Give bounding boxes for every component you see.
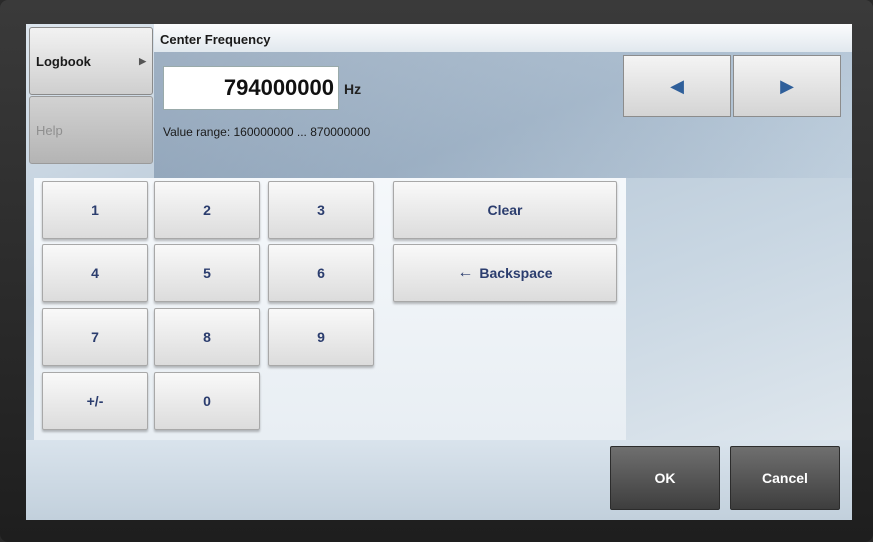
backspace-label: Backspace — [479, 265, 553, 281]
ok-button[interactable]: OK — [610, 446, 720, 510]
help-label: Help — [36, 122, 63, 138]
key-4[interactable]: 4 — [42, 244, 148, 302]
key-1[interactable]: 1 — [42, 181, 148, 239]
logbook-label: Logbook — [36, 53, 91, 69]
key-2[interactable]: 2 — [154, 181, 260, 239]
key-0[interactable]: 0 — [154, 372, 260, 430]
key-6[interactable]: 6 — [268, 244, 374, 302]
clear-button[interactable]: Clear — [393, 181, 617, 239]
logbook-button[interactable]: Logbook ▶ — [29, 27, 153, 95]
chevron-right-icon: ▶ — [139, 56, 146, 66]
value-range-text: Value range: 160000000 ... 870000000 — [163, 125, 371, 139]
help-button[interactable]: Help — [29, 96, 153, 164]
arrow-right-icon: ▶ — [780, 75, 794, 96]
key-8[interactable]: 8 — [154, 308, 260, 366]
key-9[interactable]: 9 — [268, 308, 374, 366]
bottom-strip — [26, 440, 852, 520]
frequency-value-field[interactable]: 794000000 — [163, 66, 339, 110]
cancel-button[interactable]: Cancel — [730, 446, 840, 510]
backspace-button[interactable]: ← Backspace — [393, 244, 617, 302]
key-3[interactable]: 3 — [268, 181, 374, 239]
dialog-title: Center Frequency — [160, 32, 271, 47]
arrow-left-icon: ◀ — [670, 75, 684, 96]
screen: Logbook ▶ Help Center Frequency 79400000… — [26, 24, 852, 520]
key-7[interactable]: 7 — [42, 308, 148, 366]
key-5[interactable]: 5 — [154, 244, 260, 302]
unit-label: Hz — [344, 81, 362, 97]
key-plus-minus[interactable]: +/- — [42, 372, 148, 430]
backspace-arrow-icon: ← — [457, 264, 474, 281]
previous-button[interactable]: ◀ — [623, 55, 731, 117]
next-button[interactable]: ▶ — [733, 55, 841, 117]
device-bezel: Logbook ▶ Help Center Frequency 79400000… — [0, 0, 873, 542]
